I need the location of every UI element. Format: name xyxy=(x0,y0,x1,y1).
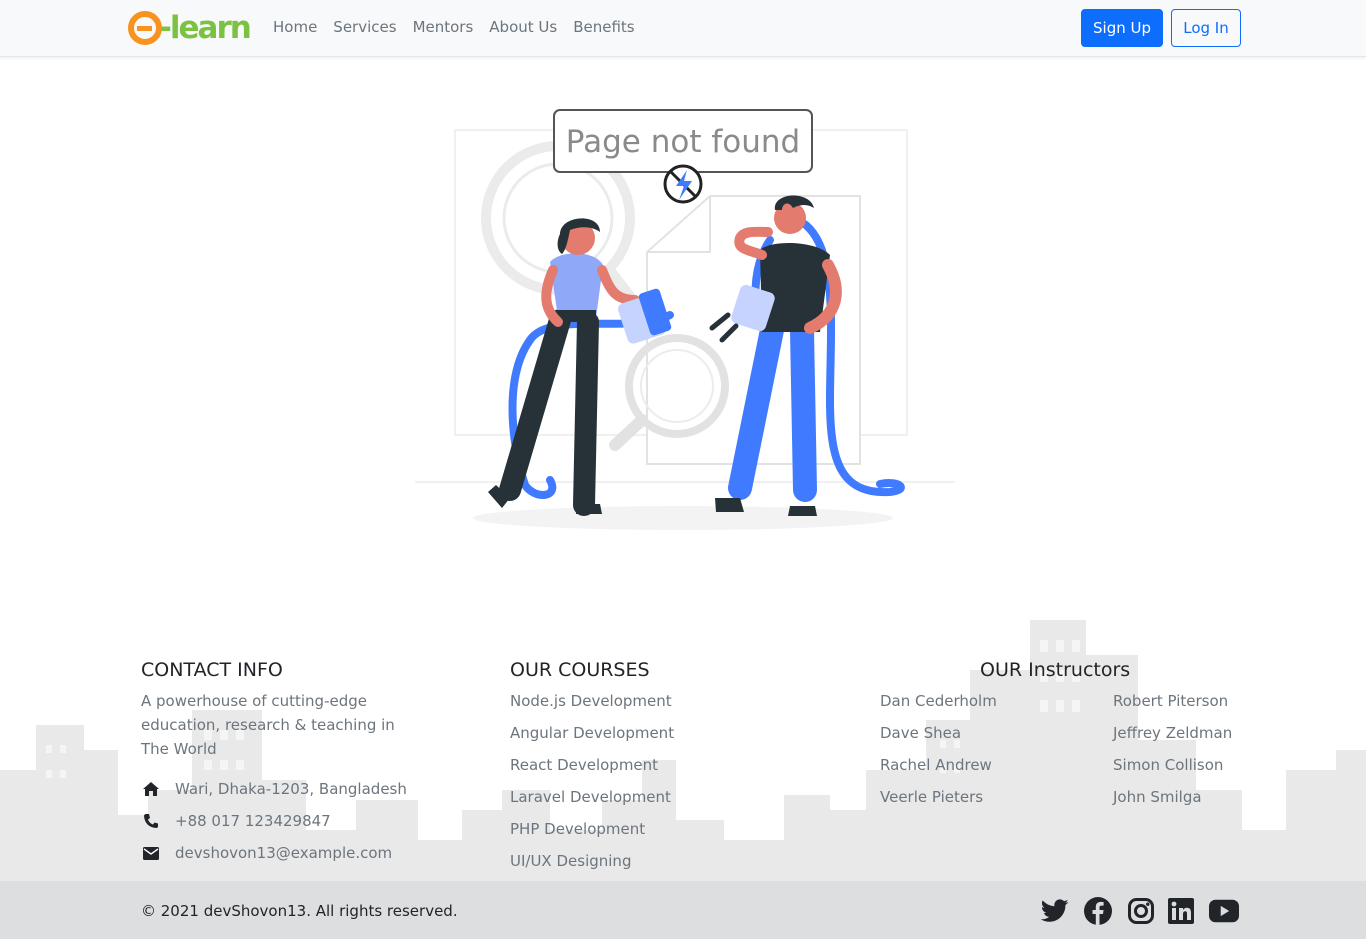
instructor-link[interactable]: Dave Shea xyxy=(880,724,961,742)
contact-email: devshovon13@example.com xyxy=(141,844,392,862)
logo[interactable]: -learn xyxy=(128,6,252,50)
course-link[interactable]: React Development xyxy=(510,756,658,774)
login-button[interactable]: Log In xyxy=(1171,9,1241,47)
signup-button[interactable]: Sign Up xyxy=(1081,9,1163,47)
address-text: Wari, Dhaka-1203, Bangladesh xyxy=(175,780,407,798)
phone-text[interactable]: +88 017 123429847 xyxy=(175,812,331,830)
instagram-icon[interactable] xyxy=(1126,896,1156,926)
instructor-link[interactable]: Dan Cederholm xyxy=(880,692,997,710)
instructor-link[interactable]: John Smilga xyxy=(1113,788,1202,806)
logo-e-mark xyxy=(128,11,162,45)
copyright-text: © 2021 devShovon13. All rights reserved. xyxy=(141,902,458,920)
page-not-found-text: Page not found xyxy=(566,124,800,160)
main-nav: Home Services Mentors About Us Benefits xyxy=(273,18,651,36)
facebook-icon[interactable] xyxy=(1083,896,1113,926)
navbar: -learn Home Services Mentors About Us Be… xyxy=(0,0,1366,57)
instructor-link[interactable]: Jeffrey Zeldman xyxy=(1113,724,1232,742)
contact-description: A powerhouse of cutting-edge education, … xyxy=(141,692,395,758)
nav-about-us[interactable]: About Us xyxy=(489,18,557,36)
nav-mentors[interactable]: Mentors xyxy=(413,18,474,36)
nav-services[interactable]: Services xyxy=(333,18,396,36)
home-icon xyxy=(141,781,161,797)
instructor-link[interactable]: Rachel Andrew xyxy=(880,756,992,774)
our-courses-title: OUR COURSES xyxy=(510,659,650,681)
youtube-icon[interactable] xyxy=(1209,896,1239,926)
linkedin-icon[interactable] xyxy=(1166,896,1196,926)
course-link[interactable]: PHP Development xyxy=(510,820,645,838)
contact-phone: +88 017 123429847 xyxy=(141,812,331,830)
nav-benefits[interactable]: Benefits xyxy=(573,18,634,36)
twitter-icon[interactable] xyxy=(1040,896,1070,926)
instructor-link[interactable]: Simon Collison xyxy=(1113,756,1223,774)
logo-wordmark: -learn xyxy=(159,9,252,46)
email-text[interactable]: devshovon13@example.com xyxy=(175,844,392,862)
envelope-icon xyxy=(141,845,161,861)
instructor-link[interactable]: Veerle Pieters xyxy=(880,788,983,806)
course-link[interactable]: Laravel Development xyxy=(510,788,671,806)
page-not-found-illustration: Page not found xyxy=(415,109,955,530)
course-link[interactable]: Node.js Development xyxy=(510,692,672,710)
our-instructors-title: OUR Instructors xyxy=(980,659,1131,681)
nav-home[interactable]: Home xyxy=(273,18,317,36)
course-link[interactable]: Angular Development xyxy=(510,724,674,742)
contact-address: Wari, Dhaka-1203, Bangladesh xyxy=(141,780,407,798)
instructor-link[interactable]: Robert Piterson xyxy=(1113,692,1228,710)
contact-info-title: CONTACT INFO xyxy=(141,659,283,681)
course-link[interactable]: UI/UX Designing xyxy=(510,852,631,870)
phone-icon xyxy=(141,813,161,829)
